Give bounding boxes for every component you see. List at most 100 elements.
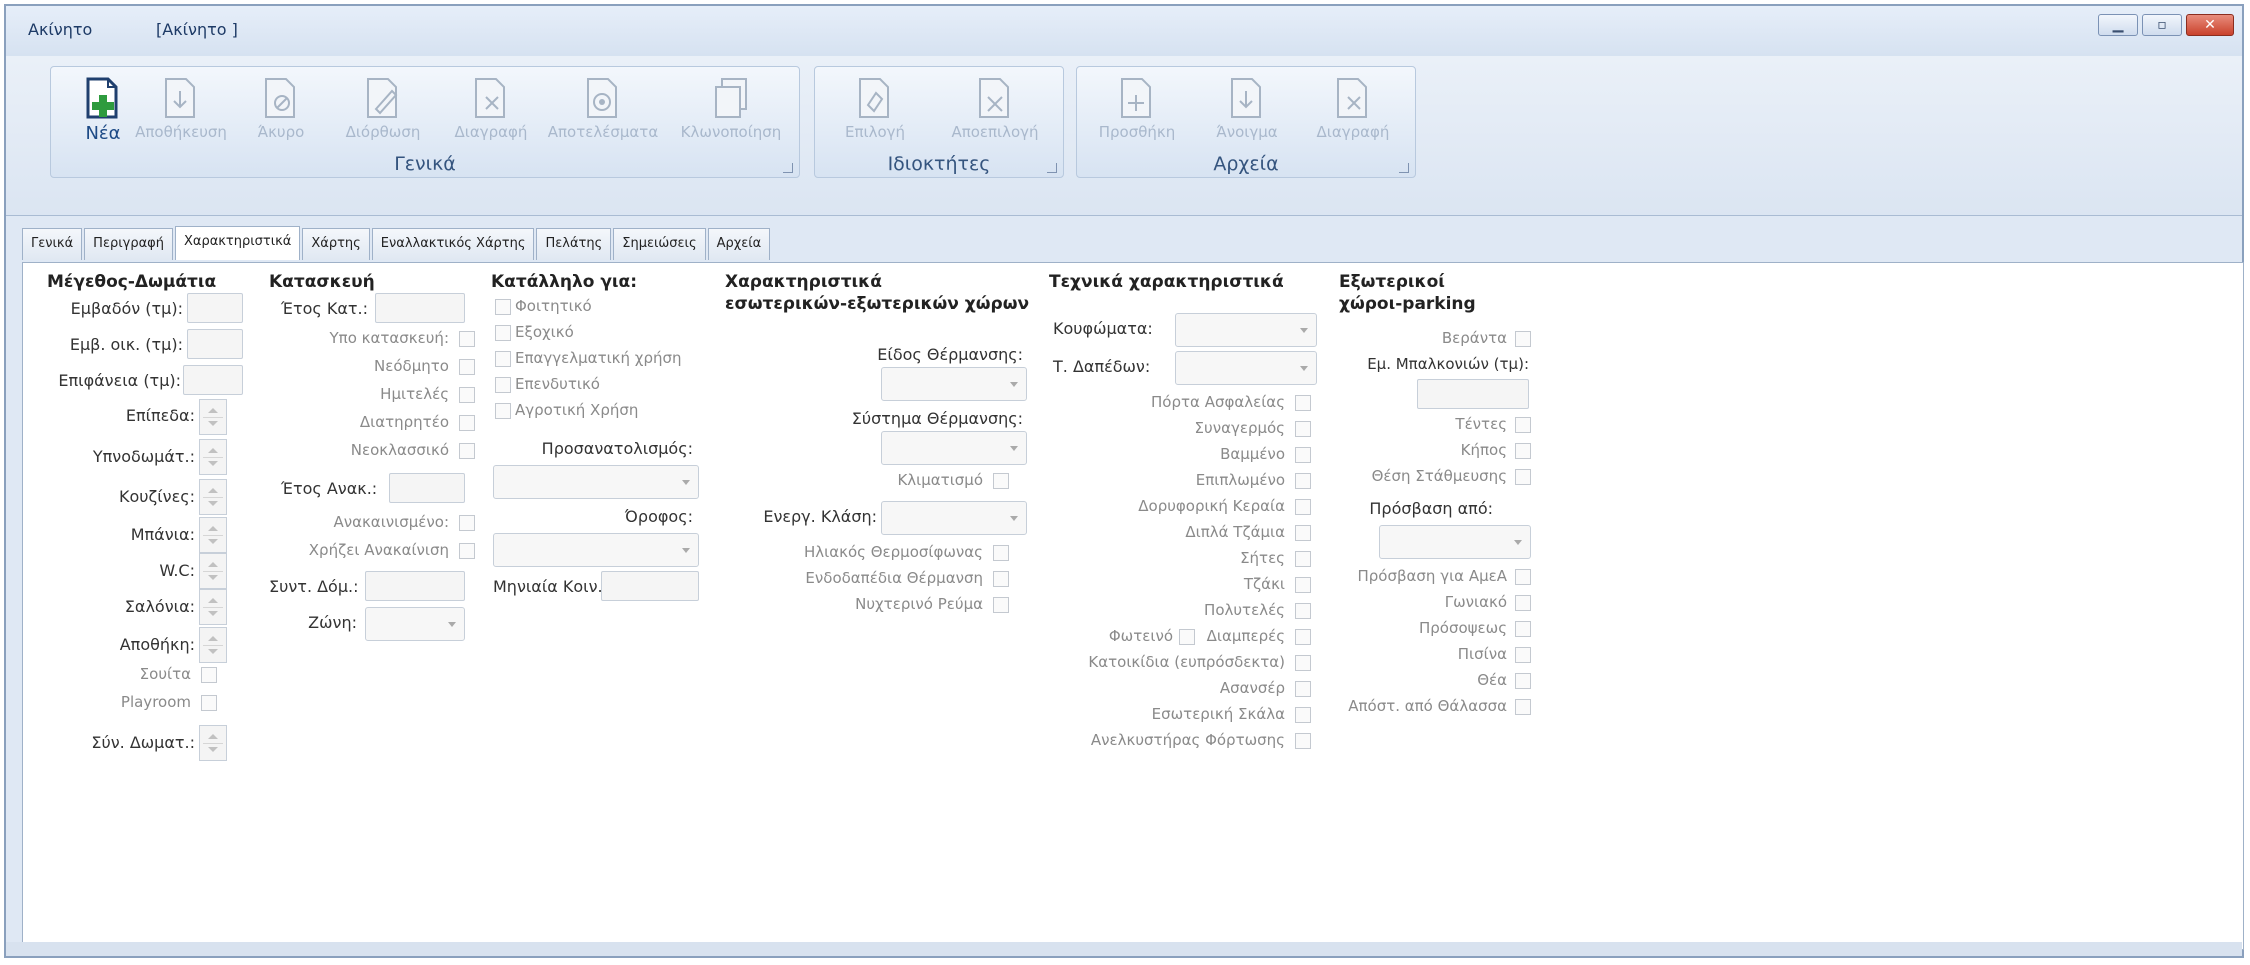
tab-general[interactable]: Γενικά <box>22 228 83 260</box>
student-checkbox[interactable] <box>495 299 511 315</box>
night-power-checkbox[interactable] <box>993 597 1009 613</box>
parking-checkbox[interactable] <box>1515 469 1531 485</box>
elevator-checkbox[interactable] <box>1295 681 1311 697</box>
sea-distance-label: Απόστ. από Θάλασσα <box>1348 697 1507 715</box>
professional-checkbox[interactable] <box>495 351 511 367</box>
unfinished-checkbox[interactable] <box>459 387 475 403</box>
double-glazing-checkbox[interactable] <box>1295 525 1311 541</box>
orientation-dropdown[interactable] <box>493 465 699 499</box>
corner-checkbox[interactable] <box>1515 595 1531 611</box>
freight-elevator-checkbox[interactable] <box>1295 733 1311 749</box>
monthly-fees-input[interactable] <box>601 571 699 601</box>
garden-checkbox[interactable] <box>1515 443 1531 459</box>
disabled-access-checkbox[interactable] <box>1515 569 1531 585</box>
energy-class-dropdown[interactable] <box>881 501 1027 535</box>
results-button[interactable]: Αποτελέσματα <box>543 71 663 151</box>
year-built-input[interactable] <box>375 293 465 323</box>
open-file-button[interactable]: Άνοιγμα <box>1187 71 1307 151</box>
edit-button[interactable]: Διόρθωση <box>323 71 443 151</box>
vacation-checkbox[interactable] <box>495 325 511 341</box>
coefficient-input[interactable] <box>365 571 465 601</box>
needs-renovation-checkbox[interactable] <box>459 543 475 559</box>
year-renovated-input[interactable] <box>389 473 465 503</box>
playroom-checkbox[interactable] <box>201 695 217 711</box>
delete-button[interactable]: Διαγραφή <box>431 71 551 151</box>
investment-checkbox[interactable] <box>495 377 511 393</box>
frames-dropdown[interactable] <box>1175 313 1317 347</box>
select-owner-button[interactable]: Επιλογή <box>815 71 935 151</box>
cancel-icon <box>265 78 295 118</box>
dialog-launcher-icon[interactable] <box>1399 163 1409 173</box>
pool-checkbox[interactable] <box>1515 647 1531 663</box>
levels-label: Επίπεδα: <box>125 406 195 425</box>
year-renovated-label: Έτος Ανακ.: <box>281 479 378 498</box>
add-file-button[interactable]: Προσθήκη <box>1077 71 1197 151</box>
balcony-area-input[interactable] <box>1417 379 1529 409</box>
ribbon-group-general: Νέα Αποθήκευση Άκυρο Διόρθωση Διαγραφή Α… <box>50 66 800 178</box>
security-door-checkbox[interactable] <box>1295 395 1311 411</box>
floor-dropdown[interactable] <box>493 533 699 567</box>
disabled-access-label: Πρόσβαση για ΑμεΑ <box>1357 567 1507 585</box>
clone-button[interactable]: Κλωνοποίηση <box>671 71 791 151</box>
veranda-checkbox[interactable] <box>1515 331 1531 347</box>
corner-label: Γωνιακό <box>1444 593 1507 611</box>
under-construction-checkbox[interactable] <box>459 331 475 347</box>
underfloor-heating-checkbox[interactable] <box>993 571 1009 587</box>
sea-distance-checkbox[interactable] <box>1515 699 1531 715</box>
satellite-dish-checkbox[interactable] <box>1295 499 1311 515</box>
alarm-label: Συναγερμός <box>1194 419 1285 437</box>
access-from-dropdown[interactable] <box>1379 525 1531 559</box>
dialog-launcher-icon[interactable] <box>783 163 793 173</box>
through-checkbox[interactable] <box>1295 629 1311 645</box>
heating-type-dropdown[interactable] <box>881 367 1027 401</box>
suite-checkbox[interactable] <box>201 667 217 683</box>
minimize-button[interactable]: ▁ <box>2098 14 2138 36</box>
neoclassical-checkbox[interactable] <box>459 443 475 459</box>
renovated-checkbox[interactable] <box>459 515 475 531</box>
luxury-checkbox[interactable] <box>1295 603 1311 619</box>
total-rooms-spinner[interactable] <box>199 725 227 761</box>
internal-stairs-checkbox[interactable] <box>1295 707 1311 723</box>
living-area-input[interactable] <box>187 329 243 359</box>
pets-checkbox[interactable] <box>1295 655 1311 671</box>
tab-files[interactable]: Αρχεία <box>707 228 771 260</box>
delete-file-button[interactable]: Διαγραφή <box>1293 71 1413 151</box>
maximize-button[interactable]: ▫ <box>2142 14 2182 36</box>
screens-checkbox[interactable] <box>1295 551 1311 567</box>
exterior-title-2: χώροι-parking <box>1339 294 1476 314</box>
tab-description[interactable]: Περιγραφή <box>84 228 173 260</box>
deselect-owner-button[interactable]: Αποεπιλογή <box>935 71 1055 151</box>
tab-alternative-map[interactable]: Εναλλακτικός Χάρτης <box>371 228 535 260</box>
tab-notes[interactable]: Σημειώσεις <box>613 228 706 260</box>
close-button[interactable]: ✕ <box>2186 14 2234 36</box>
living-rooms-spinner[interactable] <box>199 589 227 625</box>
awnings-checkbox[interactable] <box>1515 417 1531 433</box>
surface-input[interactable] <box>183 365 243 395</box>
listed-checkbox[interactable] <box>459 415 475 431</box>
kitchens-spinner[interactable] <box>199 479 227 515</box>
tab-map[interactable]: Χάρτης <box>302 228 370 260</box>
painted-checkbox[interactable] <box>1295 447 1311 463</box>
dialog-launcher-icon[interactable] <box>1047 163 1057 173</box>
bathrooms-spinner[interactable] <box>199 517 227 553</box>
furnished-checkbox[interactable] <box>1295 473 1311 489</box>
solar-heater-checkbox[interactable] <box>993 545 1009 561</box>
storage-spinner[interactable] <box>199 627 227 663</box>
tab-characteristics[interactable]: Χαρακτηριστικά <box>174 226 301 260</box>
area-input[interactable] <box>187 293 243 323</box>
tab-client[interactable]: Πελάτης <box>536 228 612 260</box>
heating-system-dropdown[interactable] <box>881 431 1027 465</box>
facade-checkbox[interactable] <box>1515 621 1531 637</box>
alarm-checkbox[interactable] <box>1295 421 1311 437</box>
view-checkbox[interactable] <box>1515 673 1531 689</box>
bedrooms-spinner[interactable] <box>199 439 227 475</box>
double-glazing-label: Διπλά Τζάμια <box>1185 523 1285 541</box>
fireplace-checkbox[interactable] <box>1295 577 1311 593</box>
new-build-checkbox[interactable] <box>459 359 475 375</box>
air-conditioning-checkbox[interactable] <box>993 473 1009 489</box>
zone-dropdown[interactable] <box>365 607 465 641</box>
wc-spinner[interactable] <box>199 553 227 589</box>
levels-spinner[interactable] <box>199 399 227 435</box>
floors-dropdown[interactable] <box>1175 351 1317 385</box>
agricultural-checkbox[interactable] <box>495 403 511 419</box>
